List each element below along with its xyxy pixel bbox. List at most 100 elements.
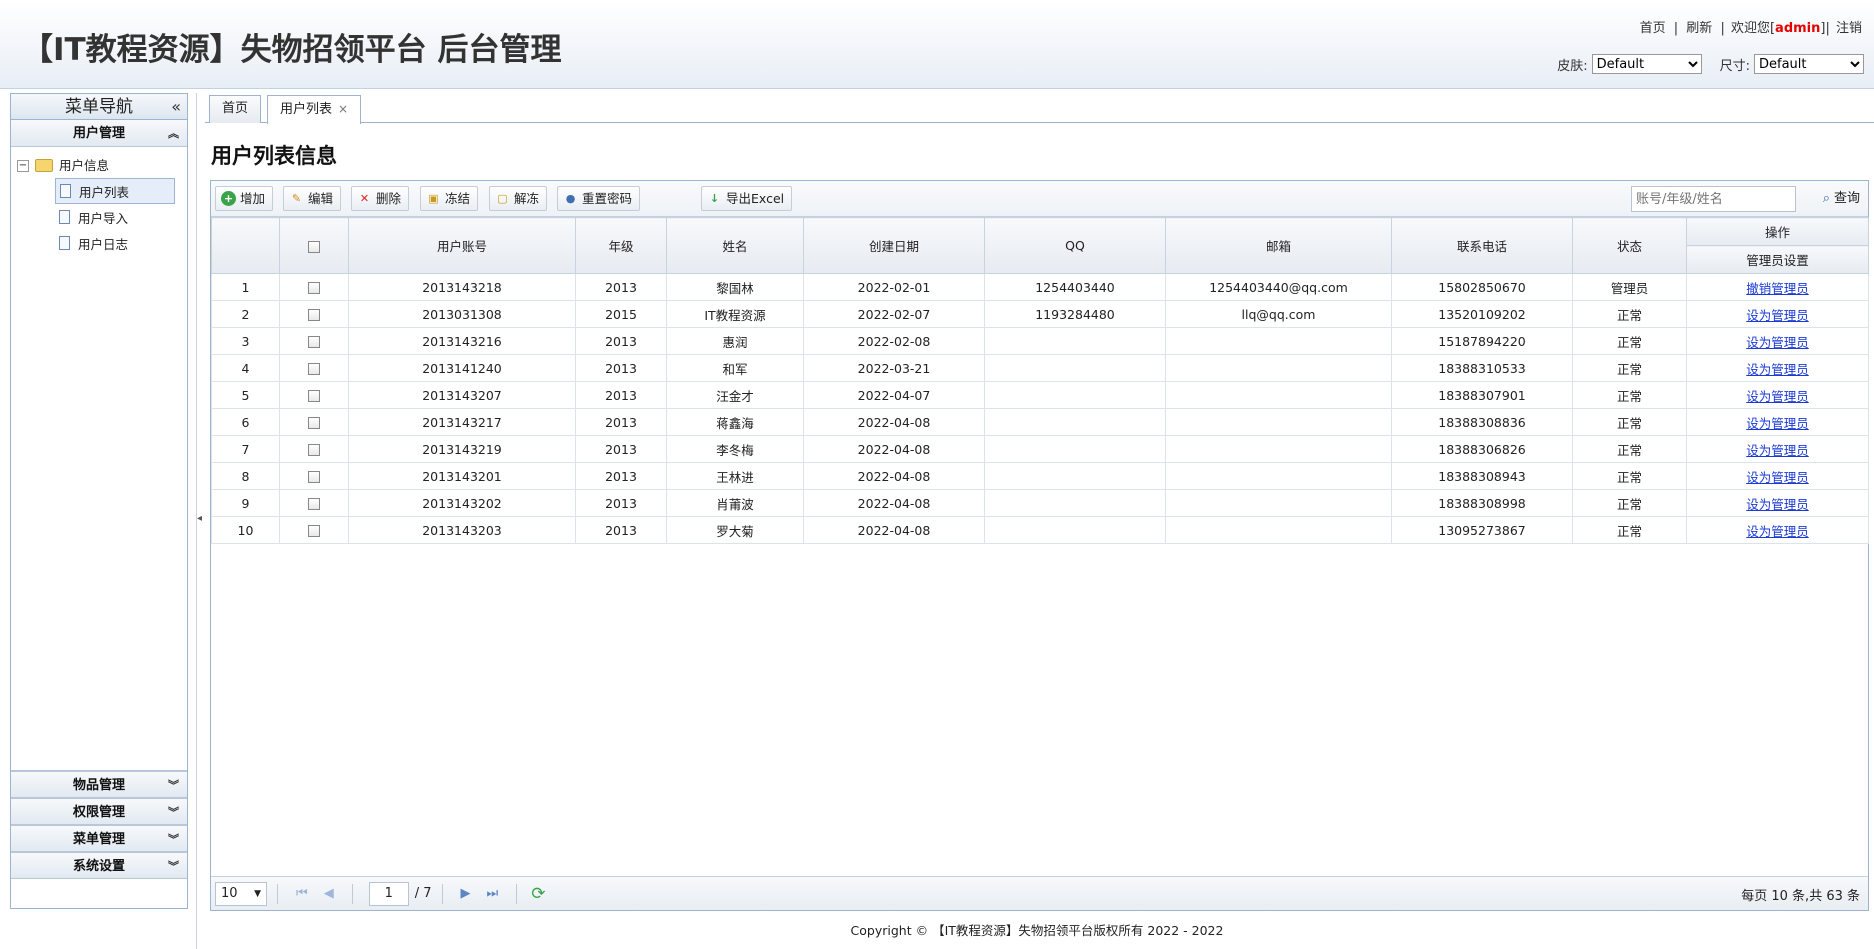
row-select-checkbox[interactable] [308,444,320,456]
row-select-checkbox[interactable] [308,282,320,294]
table-row[interactable]: 1 2013143218 2013 黎国林 2022-02-01 1254403440 12… [211,273,1869,301]
table-row[interactable]: 4 2013141240 2013 和军 2022-03-21 18388310533 正常… [211,354,1869,382]
page-title: 用户列表信息 [211,144,337,168]
admin-action-link[interactable]: 撤销管理员 [1746,281,1809,296]
unfreeze-button[interactable]: ▢ 解冻 [489,186,548,211]
refresh-link[interactable]: 刷新 [1686,21,1712,36]
section-label: 系统设置 [72,859,125,874]
table-row[interactable]: 10 2013143203 2013 罗大菊 2022-04-08 13095273867… [211,516,1869,544]
user-tree: − 用户信息 用户列表 用户导入 用户日志 [11,147,187,771]
tree-item-user-log[interactable]: 用户日志 [55,230,175,256]
admin-action-link[interactable]: 设为管理员 [1746,389,1809,404]
collapse-icon[interactable]: « [171,94,181,120]
tree-item-user-list[interactable]: 用户列表 [55,178,175,204]
tree-item-user-import[interactable]: 用户导入 [55,204,175,230]
account-cell: 2013143207 [348,381,576,409]
grade-cell: 2013 [575,462,667,490]
email-cell [1165,327,1392,355]
table-row[interactable]: 7 2013143219 2013 李冬梅 2022-04-08 18388306826 正… [211,435,1869,463]
page-size-select[interactable]: 10 ▼ [215,881,267,906]
row-select-checkbox[interactable] [308,471,320,483]
status-cell: 正常 [1572,300,1687,328]
sidebar-sections: 物品管理 ︾ 权限管理 ︾ 菜单管理 ︾ 系统设置 ︾ [11,771,187,879]
section-item-management[interactable]: 物品管理 ︾ [11,771,187,798]
select-all-checkbox[interactable] [308,240,320,253]
row-select-checkbox[interactable] [308,498,320,510]
admin-action-link[interactable]: 设为管理员 [1746,335,1809,350]
layout-splitter[interactable]: ◂ [196,93,202,949]
column-header[interactable]: QQ [984,217,1166,274]
column-header[interactable]: 姓名 [666,217,804,274]
button-label: 导出Excel [726,191,785,206]
column-header[interactable]: 创建日期 [803,217,985,274]
grade-cell: 2013 [575,273,667,301]
row-select-checkbox[interactable] [308,363,320,375]
row-checkbox [279,300,349,328]
name-cell: 和军 [666,354,804,382]
page-number-input[interactable]: 1 [368,881,409,906]
section-user-management[interactable]: 用户管理 ︽ [11,120,187,147]
refresh-icon[interactable]: ⟳ [531,884,545,904]
admin-action-link[interactable]: 设为管理员 [1746,524,1809,539]
column-header[interactable]: 状态 [1572,217,1687,274]
add-button[interactable]: + 增加 [215,186,274,211]
row-select-checkbox[interactable] [308,390,320,402]
column-header[interactable]: 邮箱 [1165,217,1392,274]
row-checkbox [279,462,349,490]
export-excel-button[interactable]: ↓ 导出Excel [701,186,793,211]
skin-select[interactable]: Default [1591,54,1702,74]
search-input[interactable] [1631,186,1796,212]
tab-home[interactable]: 首页 [209,95,262,123]
close-icon[interactable]: × [338,102,348,116]
table-row[interactable]: 3 2013143216 2013 惠润 2022-02-08 15187894220 正常… [211,327,1869,355]
next-page-icon[interactable]: ▶ [461,886,471,901]
last-page-icon[interactable]: ⏭ [487,886,499,901]
admin-action-link[interactable]: 设为管理员 [1746,308,1809,323]
query-button[interactable]: ⌕ 查询 [1823,186,1860,211]
admin-action-link[interactable]: 设为管理员 [1746,416,1809,431]
section-menu-management[interactable]: 菜单管理 ︾ [11,825,187,852]
logout-link[interactable]: 注销 [1836,21,1862,36]
section-system-settings[interactable]: 系统设置 ︾ [11,852,187,879]
delete-button[interactable]: ✕ 删除 [351,186,410,211]
admin-action-link[interactable]: 设为管理员 [1746,470,1809,485]
account-cell: 2013143217 [348,408,576,436]
tab-user-list[interactable]: 用户列表 × [267,95,362,124]
email-cell: 1254403440@qq.com [1165,273,1392,301]
column-header[interactable]: 联系电话 [1391,217,1573,274]
chevron-left-icon[interactable]: ◂ [197,513,202,524]
home-link[interactable]: 首页 [1640,21,1666,36]
row-select-checkbox[interactable] [308,525,320,537]
tree-node-user-info[interactable]: − 用户信息 [17,153,187,178]
chevron-down-icon: ︾ [168,833,179,846]
qq-cell [984,489,1166,517]
row-checkbox [279,489,349,517]
table-row[interactable]: 2 2013031308 2015 IT教程资源 2022-02-07 119328448… [211,300,1869,328]
row-select-checkbox[interactable] [308,336,320,348]
total-pages: / 7 [414,886,432,901]
size-select[interactable]: Default [1754,54,1864,74]
table-row[interactable]: 9 2013143202 2013 肖莆波 2022-04-08 18388308998 正… [211,489,1869,517]
name-cell: 李冬梅 [666,435,804,463]
edit-button[interactable]: ✎ 编辑 [283,186,342,211]
created-date-cell: 2022-04-08 [803,516,985,544]
table-row[interactable]: 8 2013143201 2013 王林进 2022-04-08 18388308943 正… [211,462,1869,490]
first-page-icon[interactable]: ⏮ [296,886,308,901]
tree-toggle-icon[interactable]: − [17,159,29,172]
email-cell [1165,354,1392,382]
section-permission-management[interactable]: 权限管理 ︾ [11,798,187,825]
admin-action-link[interactable]: 设为管理员 [1746,443,1809,458]
admin-action-link[interactable]: 设为管理员 [1746,497,1809,512]
column-header[interactable]: 用户账号 [348,217,576,274]
row-select-checkbox[interactable] [308,309,320,321]
table-row[interactable]: 5 2013143207 2013 汪金才 2022-04-07 18388307901 正… [211,381,1869,409]
row-select-checkbox[interactable] [308,417,320,429]
admin-action-link[interactable]: 设为管理员 [1746,362,1809,377]
column-header[interactable]: 年级 [575,217,667,274]
chevron-down-icon: ︾ [168,779,179,792]
pagination-bar: 10 ▼ ⏮ ◀ 1 / 7 ▶ ⏭ ⟳ 每页 10 条,共 63 条 [211,876,1868,910]
freeze-button[interactable]: ▣ 冻结 [420,186,479,211]
prev-page-icon[interactable]: ◀ [324,886,334,901]
reset-password-button[interactable]: ● 重置密码 [557,186,641,211]
table-row[interactable]: 6 2013143217 2013 蒋鑫海 2022-04-08 18388308836 正… [211,408,1869,436]
